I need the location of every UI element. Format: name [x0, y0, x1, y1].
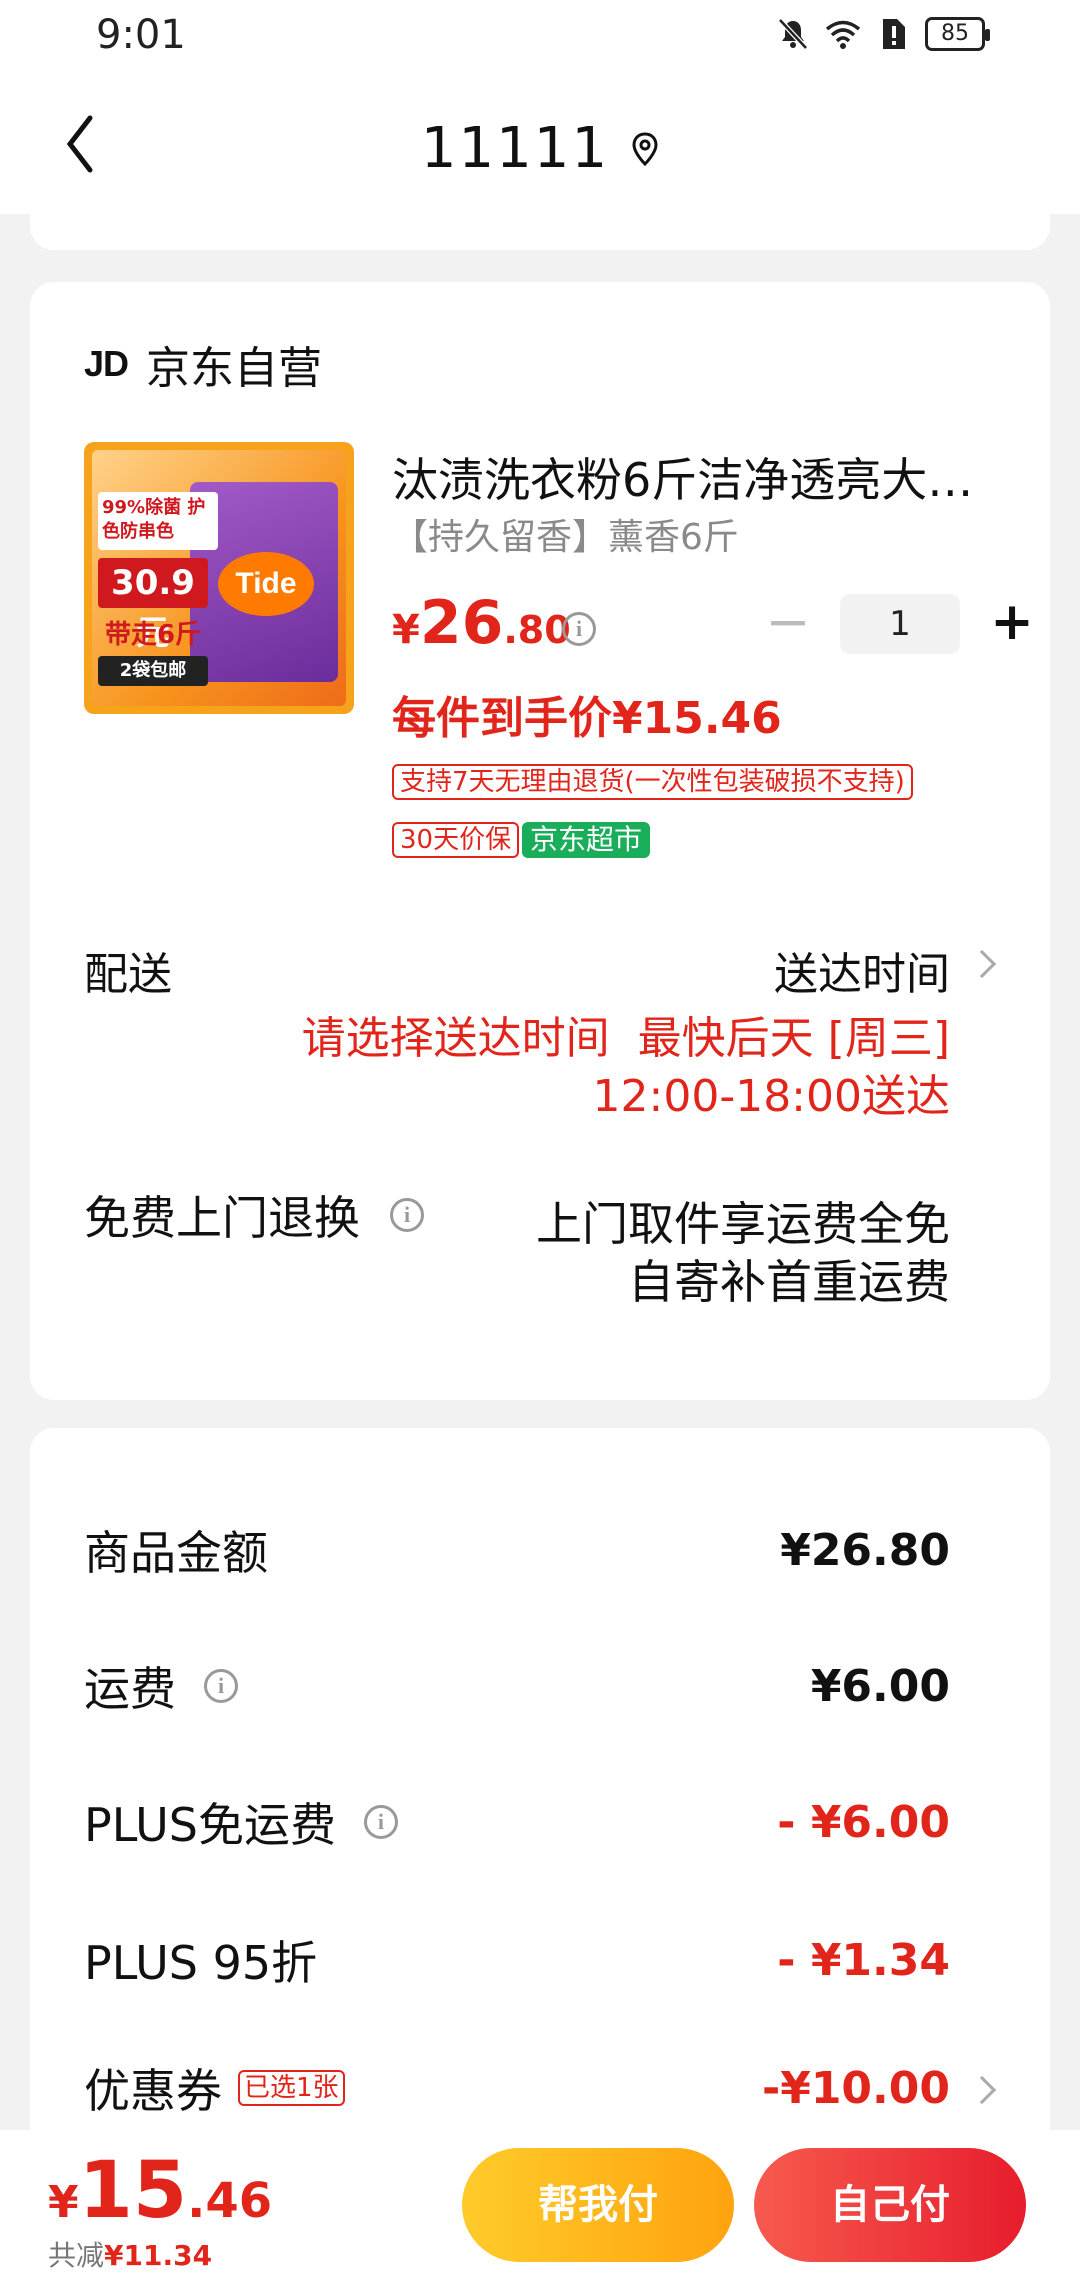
- battery-icon: 85: [925, 17, 990, 51]
- plus-free-info-icon[interactable]: i: [363, 1805, 398, 1839]
- saved-label: 共减: [48, 2239, 105, 2272]
- plus-discount-row: PLUS 95折 - ¥1.34: [84, 1930, 950, 1991]
- delivery-hint: 请选择送达时间 最快后天 [周三]: [302, 1002, 950, 1066]
- total-decimal: .46: [187, 2173, 273, 2229]
- return-pickup-text: 上门取件享运费全免: [536, 1197, 950, 1251]
- delivery-time-selector[interactable]: 送达时间: [774, 938, 950, 1002]
- saved-value: ¥11.34: [104, 2239, 213, 2272]
- product-spec[interactable]: 【持久留香】薰香6斤: [392, 508, 739, 560]
- coupon-value: -¥10.00: [761, 2062, 950, 2114]
- plus-discount-label: PLUS 95折: [84, 1936, 318, 1990]
- coupon-row[interactable]: 优惠券 已选1张 -¥10.00: [84, 2058, 950, 2119]
- tide-logo: Tide: [218, 552, 314, 616]
- price-integer: 26: [419, 588, 504, 658]
- sim-alert-icon: [883, 19, 905, 49]
- price-decimal: .80: [503, 608, 571, 652]
- plus-discount-value: - ¥1.34: [777, 1934, 950, 1986]
- header-title-wrap[interactable]: 11111: [0, 116, 1080, 181]
- status-icons: 85: [775, 16, 990, 52]
- coupon-label: 优惠券: [84, 2064, 222, 2118]
- status-bar: 9:01 85: [0, 0, 1080, 74]
- return-info-icon[interactable]: i: [390, 1198, 424, 1232]
- decrease-button[interactable]: −: [758, 594, 818, 654]
- freight-value: ¥6.00: [810, 1660, 950, 1712]
- product-image[interactable]: Tide 99%除菌 护色防串色 30.9元 带走6斤 2袋包邮: [84, 442, 354, 714]
- delivery-hint-fastest: 最快后天 [周三]: [637, 1013, 950, 1064]
- total-saved: 共减¥11.34: [48, 2234, 212, 2274]
- product-price: ¥ 26 .80: [392, 588, 571, 658]
- price-detail-card: 商品金额 ¥26.80 运费 i ¥6.00 PLUS免运费 i - ¥6.00…: [30, 1428, 1050, 2148]
- page-title: 11111: [420, 116, 610, 181]
- total-integer: 15: [78, 2146, 188, 2236]
- shop-name: 京东自营: [146, 343, 323, 394]
- increase-button[interactable]: +: [982, 594, 1042, 654]
- goods-amount-label: 商品金额: [84, 1526, 268, 1580]
- store-tag: 京东超市: [522, 822, 651, 858]
- bell-muted-icon: [778, 18, 808, 50]
- self-pay-button[interactable]: 自己付: [754, 2148, 1026, 2262]
- total-currency: ¥: [48, 2177, 79, 2228]
- shop-row[interactable]: JD 京东自营: [84, 332, 322, 396]
- goods-amount-row: 商品金额 ¥26.80: [84, 1520, 950, 1581]
- goods-amount-value: ¥26.80: [780, 1524, 950, 1576]
- unit-price: 每件到手价¥15.46: [392, 693, 782, 744]
- wifi-icon: [825, 20, 861, 49]
- status-time: 9:01: [96, 12, 186, 58]
- image-bottom: 2袋包邮: [98, 656, 208, 686]
- plus-free-shipping-value: - ¥6.00: [777, 1796, 950, 1848]
- product-card: JD 京东自营 Tide 99%除菌 护色防串色 30.9元 带走6斤 2袋包邮…: [30, 282, 1050, 1400]
- coupon-selected-tag: 已选1张: [238, 2070, 345, 2106]
- free-return-row: 免费上门退换 i: [84, 1182, 424, 1248]
- jd-logo: JD: [84, 343, 129, 384]
- price-info-icon[interactable]: i: [562, 612, 596, 646]
- total-price: ¥ 15 .46: [48, 2146, 272, 2236]
- free-return-label: 免费上门退换: [84, 1191, 360, 1245]
- quantity-input[interactable]: 1: [840, 594, 960, 654]
- help-pay-button[interactable]: 帮我付: [462, 2148, 734, 2262]
- price-currency: ¥: [392, 607, 420, 653]
- product-title[interactable]: 汰渍洗衣粉6斤洁净透亮大…: [392, 444, 1032, 510]
- delivery-hint-select: 请选择送达时间: [301, 1013, 610, 1064]
- price-protect-tag: 30天价保: [392, 822, 520, 858]
- coupon-chevron-icon[interactable]: [967, 2075, 997, 2105]
- freight-info-icon[interactable]: i: [204, 1669, 238, 1703]
- image-carry: 带走6斤: [104, 620, 202, 650]
- image-price: 30.9元: [98, 558, 208, 653]
- checkout-bar: ¥ 15 .46 共减¥11.34 帮我付 自己付: [0, 2130, 1080, 2280]
- plus-free-shipping-label: PLUS免运费: [84, 1798, 336, 1852]
- address-card-bottom: [30, 190, 1050, 250]
- return-policy-tag: 支持7天无理由退货(一次性包装破损不支持): [392, 764, 913, 800]
- delivery-window: 12:00-18:00送达: [592, 1071, 950, 1122]
- freight-row: 运费 i ¥6.00: [84, 1656, 950, 1717]
- freight-label: 运费: [84, 1662, 176, 1716]
- shipping-label: 配送: [84, 949, 172, 1000]
- chevron-right-icon[interactable]: [967, 949, 997, 979]
- location-pin-icon: [632, 131, 658, 166]
- return-self-send-text: 自寄补首重运费: [628, 1255, 950, 1309]
- quantity-stepper: − 1 +: [758, 594, 1042, 654]
- plus-free-shipping-row: PLUS免运费 i - ¥6.00: [84, 1792, 950, 1853]
- image-badge: 99%除菌 护色防串色: [98, 492, 218, 550]
